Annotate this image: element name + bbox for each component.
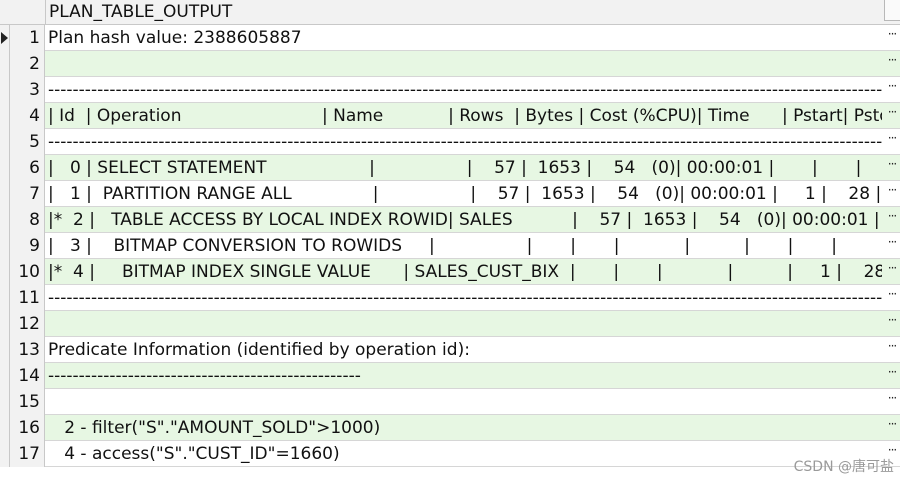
cell-more-button[interactable]: ··· — [884, 155, 900, 181]
row-indicator[interactable] — [0, 441, 10, 467]
cell-more-button[interactable]: ··· — [884, 233, 900, 259]
plan-output-cell[interactable]: | 1 | PARTITION RANGE ALL | | 57 | 1653 … — [48, 181, 882, 207]
plan-output-cell[interactable]: |* 4 | BITMAP INDEX SINGLE VALUE | SALES… — [48, 259, 882, 285]
row-number: 17 — [10, 441, 45, 467]
table-row[interactable]: 4 | Id | Operation | Name | Rows | Bytes … — [0, 103, 900, 129]
plan-output-cell[interactable]: |* 2 | TABLE ACCESS BY LOCAL INDEX ROWID… — [48, 207, 882, 233]
table-row[interactable]: 11 --------------------------------------… — [0, 285, 900, 311]
row-number: 15 — [10, 389, 45, 415]
row-indicator[interactable] — [0, 181, 10, 207]
table-row[interactable]: 1 Plan hash value: 2388605887 ··· — [0, 25, 900, 51]
row-indicator[interactable] — [0, 259, 10, 285]
cell-more-button[interactable]: ··· — [884, 389, 900, 415]
plan-output-cell[interactable]: 2 - filter("S"."AMOUNT_SOLD">1000) — [48, 415, 882, 441]
row-indicator[interactable] — [0, 363, 10, 389]
table-row[interactable]: 7 | 1 | PARTITION RANGE ALL | | 57 | 1653… — [0, 181, 900, 207]
plan-output-cell[interactable]: 4 - access("S"."CUST_ID"=1660) — [48, 441, 882, 467]
watermark: CSDN @唐可盐 — [793, 459, 894, 475]
plan-output-cell[interactable]: ----------------------------------------… — [48, 363, 882, 389]
cell-more-button[interactable]: ··· — [884, 77, 900, 103]
row-number: 13 — [10, 337, 45, 363]
row-number: 8 — [10, 207, 45, 233]
cell-more-button[interactable]: ··· — [884, 285, 900, 311]
row-indicator[interactable] — [0, 25, 10, 51]
row-number: 5 — [10, 129, 45, 155]
cell-more-button[interactable]: ··· — [884, 337, 900, 363]
cell-more-button[interactable]: ··· — [884, 207, 900, 233]
plan-output-cell[interactable]: Plan hash value: 2388605887 — [48, 25, 882, 51]
row-number: 4 — [10, 103, 45, 129]
column-header-plan-table-output[interactable]: PLAN_TABLE_OUTPUT — [49, 0, 232, 24]
row-indicator[interactable] — [0, 155, 10, 181]
column-header-button[interactable] — [884, 0, 900, 21]
row-number: 14 — [10, 363, 45, 389]
grid-rows: 1 Plan hash value: 2388605887 ··· 2 ··· 3 ----… — [0, 25, 900, 467]
row-number: 10 — [10, 259, 45, 285]
plan-output-cell[interactable]: | 0 | SELECT STATEMENT | | 57 | 1653 | 5… — [48, 155, 882, 181]
row-indicator[interactable] — [0, 129, 10, 155]
cell-more-button[interactable]: ··· — [884, 415, 900, 441]
row-indicator[interactable] — [0, 389, 10, 415]
current-row-arrow-icon — [1, 32, 8, 44]
row-number: 16 — [10, 415, 45, 441]
table-row[interactable]: 10 |* 4 | BITMAP INDEX SINGLE VALUE | SAL… — [0, 259, 900, 285]
row-indicator[interactable] — [0, 207, 10, 233]
row-number: 3 — [10, 77, 45, 103]
row-indicator[interactable] — [0, 103, 10, 129]
cell-more-button[interactable]: ··· — [884, 311, 900, 337]
row-number: 6 — [10, 155, 45, 181]
row-indicator[interactable] — [0, 337, 10, 363]
table-row[interactable]: 13 Predicate Information (identified by o… — [0, 337, 900, 363]
row-number: 9 — [10, 233, 45, 259]
row-indicator[interactable] — [0, 415, 10, 441]
table-row[interactable]: 17 4 - access("S"."CUST_ID"=1660) ··· — [0, 441, 900, 467]
row-number-header — [10, 0, 46, 24]
plan-output-cell[interactable]: Predicate Information (identified by ope… — [48, 337, 882, 363]
cell-more-button[interactable]: ··· — [884, 25, 900, 51]
table-row[interactable]: 14 --------------------------------------… — [0, 363, 900, 389]
plan-output-cell[interactable]: | 3 | BITMAP CONVERSION TO ROWIDS | | | … — [48, 233, 882, 259]
table-row[interactable]: 3 ---------------------------------------… — [0, 77, 900, 103]
row-indicator[interactable] — [0, 77, 10, 103]
grid-header: PLAN_TABLE_OUTPUT — [0, 0, 900, 25]
row-number: 11 — [10, 285, 45, 311]
result-grid: PLAN_TABLE_OUTPUT 1 Plan hash value: 2388… — [0, 0, 900, 467]
row-indicator[interactable] — [0, 51, 10, 77]
plan-output-cell[interactable]: ----------------------------------------… — [48, 285, 882, 311]
row-indicator[interactable] — [0, 233, 10, 259]
row-number: 2 — [10, 51, 45, 77]
row-indicator[interactable] — [0, 311, 10, 337]
row-number: 12 — [10, 311, 45, 337]
table-row[interactable]: 6 | 0 | SELECT STATEMENT | | 57 | 1653 | … — [0, 155, 900, 181]
plan-output-cell[interactable] — [48, 311, 882, 337]
cell-more-button[interactable]: ··· — [884, 129, 900, 155]
cell-more-button[interactable]: ··· — [884, 103, 900, 129]
row-number: 1 — [10, 25, 45, 51]
plan-output-cell[interactable]: ----------------------------------------… — [48, 77, 882, 103]
cell-more-button[interactable]: ··· — [884, 181, 900, 207]
row-number: 7 — [10, 181, 45, 207]
table-row[interactable]: 9 | 3 | BITMAP CONVERSION TO ROWIDS | | |… — [0, 233, 900, 259]
table-row[interactable]: 2 ··· — [0, 51, 900, 77]
cell-more-button[interactable]: ··· — [884, 259, 900, 285]
cell-more-button[interactable]: ··· — [884, 363, 900, 389]
table-row[interactable]: 12 ··· — [0, 311, 900, 337]
plan-output-cell[interactable] — [48, 389, 882, 415]
cell-more-button[interactable]: ··· — [884, 51, 900, 77]
plan-output-cell[interactable] — [48, 51, 882, 77]
plan-output-cell[interactable]: ----------------------------------------… — [48, 129, 882, 155]
plan-output-cell[interactable]: | Id | Operation | Name | Rows | Bytes |… — [48, 103, 882, 129]
table-row[interactable]: 5 ---------------------------------------… — [0, 129, 900, 155]
row-indicator[interactable] — [0, 285, 10, 311]
table-row[interactable]: 8 |* 2 | TABLE ACCESS BY LOCAL INDEX ROWI… — [0, 207, 900, 233]
table-row[interactable]: 16 2 - filter("S"."AMOUNT_SOLD">1000) ··· — [0, 415, 900, 441]
table-row[interactable]: 15 ··· — [0, 389, 900, 415]
